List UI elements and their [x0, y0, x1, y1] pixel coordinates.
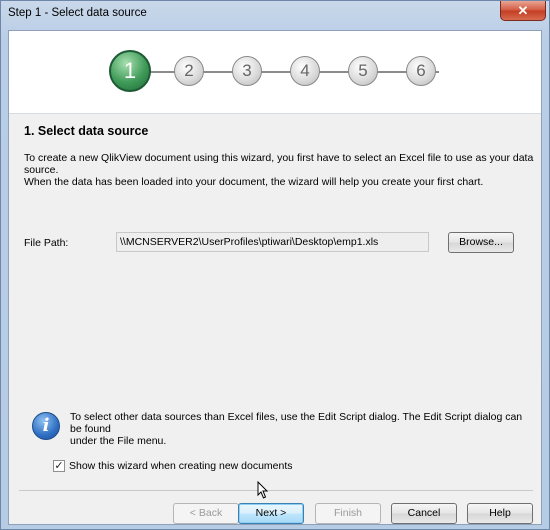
close-button[interactable]: ✕: [500, 1, 546, 21]
step-4-indicator: 4: [290, 56, 320, 86]
info-line-2: under the File menu.: [70, 435, 167, 447]
footer-divider: [19, 490, 533, 491]
next-button[interactable]: Next >: [238, 503, 304, 524]
help-button[interactable]: Help: [467, 503, 533, 524]
info-icon: i: [32, 412, 60, 440]
file-path-field[interactable]: \\MCNSERVER2\UserProfiles\ptiwari\Deskto…: [116, 232, 429, 252]
back-button[interactable]: < Back: [173, 503, 239, 524]
file-path-label: File Path:: [24, 237, 69, 249]
info-line-1: To select other data sources than Excel …: [70, 411, 523, 435]
header-divider: [9, 113, 541, 114]
browse-button[interactable]: Browse...: [448, 232, 514, 253]
wizard-body: 1 2 3 4 5 6 1. Select data source To cre…: [8, 30, 542, 525]
cancel-button[interactable]: Cancel: [391, 503, 457, 524]
section-title: 1. Select data source: [24, 124, 149, 138]
description-line-1: To create a new QlikView document using …: [24, 152, 534, 176]
title-bar: Step 1 - Select data source ✕: [1, 1, 549, 27]
show-wizard-label[interactable]: Show this wizard when creating new docum…: [69, 460, 293, 472]
step-1-indicator: 1: [109, 50, 151, 92]
step-indicator-band: 1 2 3 4 5 6: [9, 31, 541, 113]
info-message: To select other data sources than Excel …: [70, 411, 530, 447]
wizard-window: Step 1 - Select data source ✕ 1 2 3 4 5 …: [0, 0, 550, 530]
step-3-indicator: 3: [232, 56, 262, 86]
section-description: To create a new QlikView document using …: [24, 152, 536, 188]
step-5-indicator: 5: [348, 56, 378, 86]
mouse-cursor-icon: [257, 481, 269, 499]
step-2-indicator: 2: [174, 56, 204, 86]
description-line-2: When the data has been loaded into your …: [24, 176, 484, 188]
show-wizard-checkbox[interactable]: ✓: [53, 460, 65, 472]
window-title: Step 1 - Select data source: [8, 7, 147, 19]
finish-button[interactable]: Finish: [315, 503, 381, 524]
close-icon: ✕: [517, 3, 529, 18]
step-6-indicator: 6: [406, 56, 436, 86]
